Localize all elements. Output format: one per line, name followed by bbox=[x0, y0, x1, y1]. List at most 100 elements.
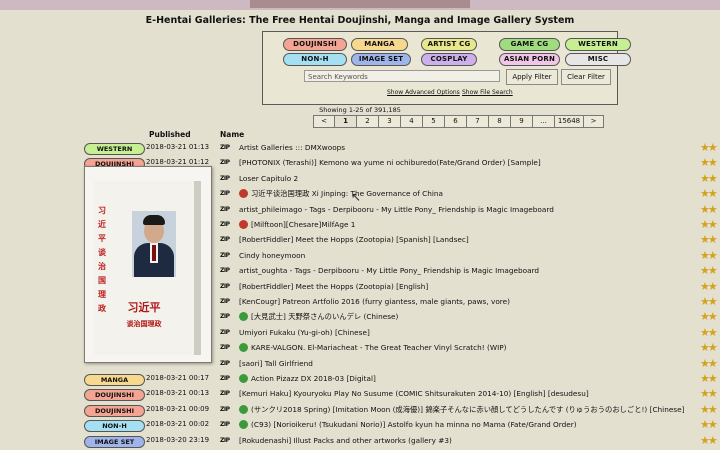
rating-stars-icon: ★★ bbox=[700, 310, 718, 324]
archive-download-icon[interactable]: ZIP bbox=[220, 267, 230, 274]
table-row[interactable]: IMAGE SET 2018-03-20 23:19 ZIP [Rokudenashi… bbox=[79, 434, 720, 450]
torrent-status-icon[interactable] bbox=[239, 404, 248, 414]
archive-download-icon[interactable]: ZIP bbox=[220, 190, 230, 197]
torrent-status-icon[interactable] bbox=[239, 220, 248, 229]
rating-stars-icon: ★★ bbox=[700, 156, 718, 170]
archive-download-icon[interactable]: ZIP bbox=[220, 406, 230, 413]
table-row[interactable]: NON-H 2018-03-21 00:02 ZIP (C93) [Norioiker… bbox=[79, 418, 720, 434]
pager-item[interactable]: 3 bbox=[378, 115, 401, 128]
table-row[interactable]: MANGA 2018-03-21 00:17 ZIP Action Pizazz DX… bbox=[79, 372, 720, 388]
category-filter-artist-cg[interactable]: ARTIST CG bbox=[421, 38, 477, 51]
archive-download-icon[interactable]: ZIP bbox=[220, 175, 230, 182]
column-header-name: Name bbox=[220, 130, 245, 139]
show-file-search-link[interactable]: Show File Search bbox=[462, 89, 513, 96]
torrent-status-icon[interactable] bbox=[239, 374, 248, 383]
gallery-title-link[interactable]: (サンクリ2018 Spring) [Imitation Moon (成海優)]… bbox=[251, 405, 697, 415]
gallery-title-link[interactable]: KARE-VALGON. El-Mariacheat - The Great T… bbox=[251, 343, 697, 352]
rating-stars-icon: ★★ bbox=[700, 387, 718, 401]
category-filter-manga[interactable]: MANGA bbox=[351, 38, 408, 51]
pager-item[interactable]: > bbox=[583, 115, 604, 128]
apply-filter-button[interactable]: Apply Filter bbox=[506, 69, 558, 85]
archive-download-icon[interactable]: ZIP bbox=[220, 313, 230, 320]
pager-item[interactable]: < bbox=[313, 115, 335, 128]
pager-item[interactable]: 7 bbox=[466, 115, 489, 128]
torrent-status-icon[interactable] bbox=[239, 420, 248, 430]
table-row[interactable]: DOUJINSHI 2018-03-21 00:13 ZIP [Kemuri Haku… bbox=[79, 387, 720, 403]
row-category-badge[interactable]: WESTERN bbox=[84, 143, 145, 155]
showing-count: Showing 1-25 of 391,185 bbox=[319, 106, 401, 114]
pager-item[interactable]: 1 bbox=[334, 115, 357, 128]
pager-item[interactable]: 8 bbox=[488, 115, 511, 128]
rating-stars-icon: ★★ bbox=[700, 325, 718, 339]
rating-stars-icon: ★★ bbox=[700, 218, 718, 231]
archive-download-icon[interactable]: ZIP bbox=[220, 329, 230, 336]
gallery-title-link[interactable]: [PHOTONIX (Terashi)] Kemono wa yume ni o… bbox=[239, 158, 697, 167]
pagination: <1 2 3 4 5 6 7 8 9... 15648 > bbox=[313, 115, 604, 128]
pager-item[interactable]: 4 bbox=[400, 115, 423, 128]
gallery-title-link[interactable]: [Kemuri Haku] Kyouryoku Play No Susume (… bbox=[239, 389, 697, 398]
torrent-status-icon[interactable] bbox=[239, 343, 248, 353]
rating-stars-icon: ★★ bbox=[700, 341, 718, 355]
row-category-badge[interactable]: MANGA bbox=[84, 374, 145, 386]
category-filter-asian-porn[interactable]: ASIAN PORN bbox=[499, 53, 560, 66]
gallery-title-link[interactable]: Umiyori Fukaku (Yu-gi-oh) [Chinese] bbox=[239, 328, 697, 337]
archive-download-icon[interactable]: ZIP bbox=[220, 421, 230, 428]
archive-download-icon[interactable]: ZIP bbox=[220, 144, 230, 151]
pager-item[interactable]: 9 bbox=[510, 115, 533, 128]
gallery-title-link[interactable]: Loser Capitulo 2 bbox=[239, 174, 697, 183]
clear-filter-button[interactable]: Clear Filter bbox=[561, 69, 611, 85]
archive-download-icon[interactable]: ZIP bbox=[220, 344, 230, 351]
row-category-badge[interactable]: NON-H bbox=[84, 420, 145, 433]
category-filter-doujinshi[interactable]: DOUJINSHI bbox=[283, 38, 347, 51]
archive-download-icon[interactable]: ZIP bbox=[220, 206, 230, 213]
gallery-title-link[interactable]: Cindy honeymoon bbox=[239, 251, 697, 260]
archive-download-icon[interactable]: ZIP bbox=[220, 236, 230, 243]
archive-download-icon[interactable]: ZIP bbox=[220, 283, 230, 290]
archive-download-icon[interactable]: ZIP bbox=[220, 360, 230, 367]
pager-item[interactable]: ... bbox=[532, 115, 555, 128]
gallery-title-link[interactable]: 习近平谈治国理政 Xi Jinping: The Governance of C… bbox=[251, 189, 697, 199]
category-filter-cosplay[interactable]: COSPLAY bbox=[421, 53, 477, 66]
torrent-status-icon[interactable] bbox=[239, 189, 248, 199]
category-filter-misc[interactable]: MISC bbox=[565, 53, 631, 66]
mouse-cursor-icon: ↖ bbox=[351, 190, 362, 204]
book-cover-image: 习近平谈治国理政 习近平 谈治国理政 bbox=[94, 181, 201, 355]
pager-item[interactable]: 6 bbox=[444, 115, 467, 128]
row-published-date: 2018-03-21 01:13 bbox=[146, 143, 210, 151]
archive-download-icon[interactable]: ZIP bbox=[220, 252, 230, 259]
gallery-title-link[interactable]: [RobertFiddler] Meet the Hopps (Zootopia… bbox=[239, 235, 697, 244]
category-filter-game-cg[interactable]: GAME CG bbox=[499, 38, 560, 51]
pager-item[interactable]: 15648 bbox=[554, 115, 584, 128]
archive-download-icon[interactable]: ZIP bbox=[220, 390, 230, 397]
gallery-title-link[interactable]: [RobertFiddler] Meet the Hopps (Zootopia… bbox=[239, 282, 697, 291]
archive-download-icon[interactable]: ZIP bbox=[220, 375, 230, 382]
show-advanced-options-link[interactable]: Show Advanced Options bbox=[387, 89, 460, 96]
gallery-title-link[interactable]: [KenCougr] Patreon Artfolio 2016 (furry … bbox=[239, 297, 697, 306]
category-filter-non-h[interactable]: NON-H bbox=[283, 53, 347, 66]
gallery-title-link[interactable]: Artist Galleries ::: DMXwoops bbox=[239, 143, 697, 152]
row-category-badge[interactable]: DOUJINSHI bbox=[84, 389, 145, 402]
gallery-title-link[interactable]: [大見武士] 天野祭さんのいんデレ (Chinese) bbox=[251, 312, 697, 322]
gallery-title-link[interactable]: artist_phileimago - Tags - Derpibooru - … bbox=[239, 205, 697, 214]
gallery-title-link[interactable]: [Rokudenashi] Illust Packs and other art… bbox=[239, 436, 697, 445]
archive-download-icon[interactable]: ZIP bbox=[220, 298, 230, 305]
gallery-title-link[interactable]: (C93) [Norioikeru! (Tsukudani Norio)] As… bbox=[251, 420, 697, 429]
category-filter-western[interactable]: WESTERN bbox=[565, 38, 631, 51]
pager-item[interactable]: 2 bbox=[356, 115, 379, 128]
rating-stars-icon: ★★ bbox=[700, 202, 718, 216]
torrent-status-icon[interactable] bbox=[239, 312, 248, 322]
gallery-title-link[interactable]: [saori] Tall Girlfriend bbox=[239, 359, 697, 368]
gallery-title-link[interactable]: [Milftoon][Chesare]MilfAge 1 bbox=[251, 220, 697, 229]
search-input[interactable]: Search Keywords bbox=[304, 70, 500, 82]
gallery-title-link[interactable]: Action Pizazz DX 2018-03 [Digital] bbox=[251, 374, 697, 383]
table-row[interactable]: DOUJINSHI 2018-03-21 00:09 ZIP (サンクリ2018 Sp… bbox=[79, 403, 720, 419]
category-filter-image-set[interactable]: IMAGE SET bbox=[351, 53, 411, 66]
row-category-badge[interactable]: DOUJINSHI bbox=[84, 404, 145, 417]
archive-download-icon[interactable]: ZIP bbox=[220, 159, 230, 166]
site-title: E-Hentai Galleries: The Free Hentai Douj… bbox=[145, 15, 575, 26]
table-row[interactable]: WESTERN 2018-03-21 01:13 ZIP Artist Galleri… bbox=[79, 141, 720, 157]
pager-item[interactable]: 5 bbox=[422, 115, 445, 128]
row-category-badge[interactable]: IMAGE SET bbox=[84, 435, 145, 448]
gallery-title-link[interactable]: artist_oughta - Tags - Derpibooru - My L… bbox=[239, 266, 697, 275]
archive-download-icon[interactable]: ZIP bbox=[220, 221, 230, 228]
